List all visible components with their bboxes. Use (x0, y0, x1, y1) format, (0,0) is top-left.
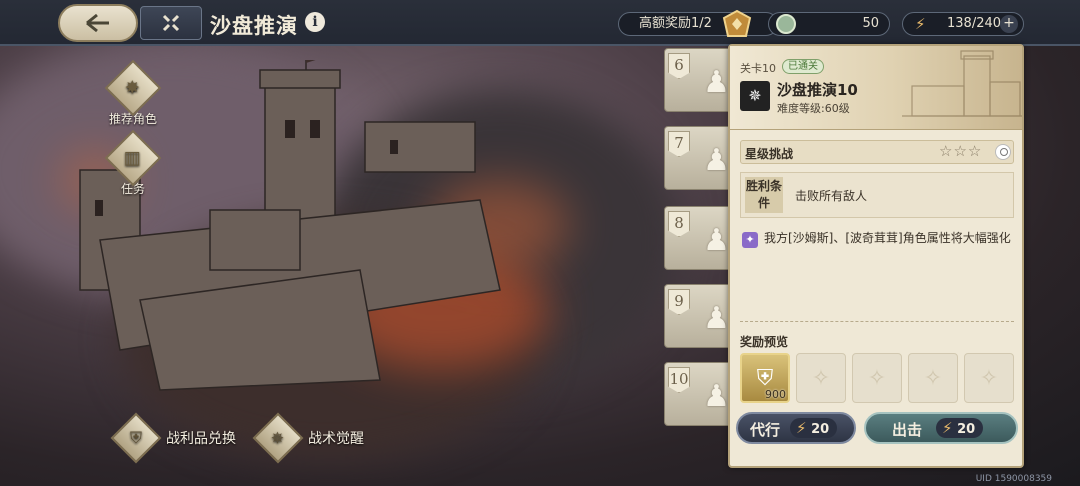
reward-preview-title: 奖励预览 (740, 335, 789, 349)
scroll-icon: ▥ (104, 129, 162, 187)
add-stamina-button[interactable]: + (1000, 15, 1018, 33)
stage-card[interactable]: 8 ♟ (664, 206, 734, 270)
battle-cost: ⚡ 20 (936, 418, 984, 438)
empty-slot-icon: ✧ (923, 365, 943, 391)
lightning-icon: ⚡ (915, 15, 926, 33)
battle-button[interactable]: 出击 ⚡ 20 (864, 412, 1018, 444)
castle-sketch-illustration (902, 50, 1022, 117)
stage-number: 7 (668, 131, 690, 157)
stage-detail-panel: 关卡10 已通关 ✵ 沙盘推演10 难度等级:60级 星级挑战 ☆☆☆ 胜利条件… (728, 44, 1024, 468)
reward-count: 900 (765, 388, 786, 401)
difficulty-level: 难度等级:60级 (777, 102, 850, 115)
empty-slot-icon: ✧ (867, 365, 887, 391)
divider (740, 321, 1014, 322)
star-badge-icon: ✸ (104, 59, 162, 117)
lightning-icon: ⚡ (942, 419, 953, 437)
chess-pawn-icon: ♟ (703, 65, 730, 100)
empty-slot-icon: ✧ (979, 365, 999, 391)
tactic-awaken-button[interactable]: ✵ 战术觉醒 (252, 412, 364, 464)
star-challenge-row[interactable]: 星级挑战 ☆☆☆ (740, 140, 1014, 164)
level-name: 沙盘推演10 (777, 81, 858, 99)
stage-card[interactable]: 6 ♟ (664, 48, 734, 112)
stage-card[interactable]: 7 ♟ (664, 126, 734, 190)
gem-icon (776, 14, 796, 34)
recommended-characters-button[interactable]: ✸ 推荐角色 (104, 59, 162, 127)
high-reward-counter[interactable]: 高额奖励1/2 (618, 12, 778, 36)
lightning-icon: ⚡ (796, 419, 807, 437)
back-button[interactable] (58, 4, 138, 42)
page-title: 沙盘推演 (210, 14, 298, 38)
stage-number: 8 (668, 211, 690, 237)
stage-number: 9 (668, 289, 690, 315)
stage-card[interactable]: 10 ♟ (664, 362, 734, 426)
empty-reward-slot: ✧ (908, 353, 958, 403)
chess-pawn-icon: ♟ (703, 379, 730, 414)
loot-exchange-button[interactable]: ⛨ 战利品兑换 (110, 412, 236, 464)
buff-sparkle-icon: ✦ (742, 232, 758, 248)
star-rating: ☆☆☆ (939, 142, 983, 160)
tactic-awaken-label: 战术觉醒 (308, 431, 364, 447)
loot-exchange-label: 战利品兑换 (166, 431, 236, 447)
delegate-label: 代行 (750, 421, 781, 439)
empty-reward-slot: ✧ (852, 353, 902, 403)
chess-pawn-icon: ♟ (703, 223, 730, 258)
level-emblem-icon: ✵ (740, 81, 770, 111)
home-grid-icon (162, 14, 180, 32)
empty-reward-slot: ✧ (796, 353, 846, 403)
battle-cost-value: 20 (957, 422, 976, 437)
quest-button[interactable]: ▥ 任务 (104, 129, 162, 197)
stage-card[interactable]: 9 ♟ (664, 284, 734, 348)
cleared-badge: 已通关 (782, 59, 824, 74)
info-icon[interactable]: i (305, 12, 325, 32)
back-arrow-icon (86, 13, 109, 33)
reward-item[interactable]: ⛨ 900 (740, 353, 790, 403)
delegate-cost: ⚡ 20 (790, 418, 838, 438)
empty-slot-icon: ✧ (811, 365, 831, 391)
level-label: 关卡10 (740, 62, 776, 75)
panel-header: 关卡10 已通关 ✵ 沙盘推演10 难度等级:60级 (730, 46, 1022, 130)
battle-label: 出击 (892, 421, 923, 439)
stamina-value: 138/240 (947, 16, 1002, 31)
user-id: UID 1590008359 (975, 474, 1052, 484)
compass-star-icon: ✵ (252, 412, 304, 464)
chess-pawn-icon: ♟ (703, 301, 730, 336)
buff-description: 我方[沙姆斯]、[波奇茸茸]角色属性将大幅强化 (764, 231, 1011, 245)
home-button[interactable] (140, 6, 202, 40)
empty-reward-slot: ✧ (964, 353, 1014, 403)
delegate-cost-value: 20 (811, 422, 830, 437)
search-icon[interactable] (995, 144, 1011, 160)
star-challenge-label: 星级挑战 (745, 147, 794, 161)
chess-pawn-icon: ♟ (703, 143, 730, 178)
delegate-button[interactable]: 代行 ⚡ 20 (736, 412, 856, 444)
win-condition-box: 胜利条件 击败所有敌人 (740, 172, 1014, 218)
stage-number: 6 (668, 53, 690, 79)
win-condition-text: 击败所有敌人 (795, 189, 868, 203)
stage-number: 10 (668, 367, 690, 393)
stage-list: 6 ♟ 7 ♟ 8 ♟ 9 ♟ 10 ♟ (664, 44, 734, 454)
shield-icon: ⛨ (110, 412, 162, 464)
reward-chest-icon[interactable] (722, 10, 752, 38)
win-condition-label: 胜利条件 (745, 177, 783, 213)
shield-sword-icon: ⛨ (756, 365, 774, 391)
